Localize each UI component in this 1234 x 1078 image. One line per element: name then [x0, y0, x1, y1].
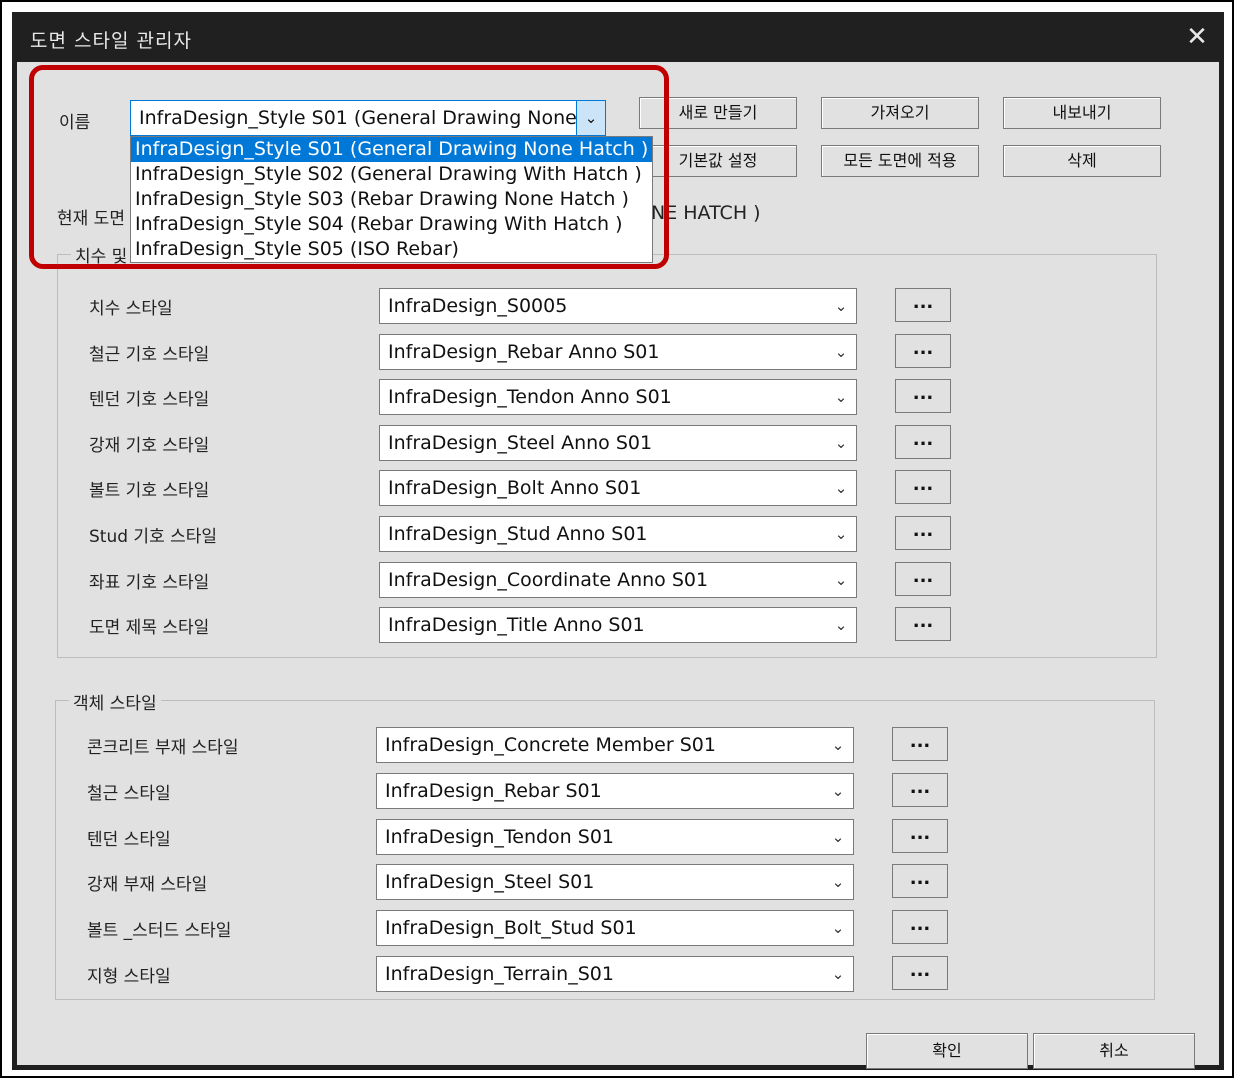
object-style-combo[interactable]: InfraDesign_Terrain_S01 ⌄ — [376, 956, 854, 992]
object-style-label: 볼트 _스터드 스타일 — [87, 921, 232, 942]
object-style-more-button[interactable]: ... — [892, 910, 948, 945]
annotation-style-more-button[interactable]: ... — [895, 470, 951, 505]
chevron-down-icon[interactable]: ⌄ — [823, 957, 853, 991]
object-style-combo[interactable]: InfraDesign_Bolt_Stud S01 ⌄ — [376, 910, 854, 947]
annotation-style-label: 텐던 기호 스타일 — [89, 390, 210, 411]
object-style-combo[interactable]: InfraDesign_Steel S01 ⌄ — [376, 864, 854, 901]
object-style-label: 철근 스타일 — [87, 783, 171, 804]
object-style-label: 지형 스타일 — [87, 967, 171, 987]
object-group-title: 객체 스타일 — [69, 689, 161, 714]
object-style-label: 콘크리트 부재 스타일 — [87, 738, 239, 758]
chevron-down-icon[interactable]: ⌄ — [826, 289, 856, 323]
annotation-style-combo[interactable]: InfraDesign_Bolt Anno S01 ⌄ — [379, 470, 857, 507]
chevron-down-icon[interactable]: ⌄ — [823, 865, 853, 900]
annotation-style-combo[interactable]: InfraDesign_Stud Anno S01 ⌄ — [379, 516, 857, 552]
annotation-style-more-button[interactable]: ... — [895, 561, 951, 596]
chevron-down-icon[interactable]: ⌄ — [826, 425, 856, 460]
object-style-label: 강재 부재 스타일 — [87, 875, 208, 896]
annotation-style-value: InfraDesign_Title Anno S01 — [388, 614, 645, 637]
title-bar: 도면 스타일 관리자 ✕ — [12, 12, 1224, 62]
object-style-more-button[interactable]: ... — [892, 772, 948, 807]
annotation-style-more-button[interactable]: ... — [895, 516, 951, 550]
annotation-style-combo[interactable]: InfraDesign_Steel Anno S01 ⌄ — [379, 424, 857, 461]
annotation-style-value: InfraDesign_Coordinate Anno S01 — [388, 568, 709, 591]
object-style-label: 텐던 스타일 — [87, 829, 171, 850]
annotation-style-value: InfraDesign_Bolt Anno S01 — [388, 477, 642, 500]
annotation-style-label: 치수 스타일 — [89, 299, 173, 319]
chevron-down-icon[interactable]: ⌄ — [823, 911, 853, 946]
chevron-down-icon[interactable]: ⌄ — [826, 471, 856, 506]
chevron-down-icon[interactable]: ⌄ — [826, 334, 856, 369]
annotation-style-label: 도면 제목 스타일 — [89, 618, 210, 639]
chevron-down-icon[interactable]: ⌄ — [826, 608, 856, 643]
chevron-down-icon[interactable]: ⌄ — [823, 819, 853, 854]
annotation-style-label: 철근 기호 스타일 — [89, 344, 210, 365]
object-style-combo[interactable]: InfraDesign_Rebar S01 ⌄ — [376, 772, 854, 809]
annotation-style-combo[interactable]: InfraDesign_Title Anno S01 ⌄ — [379, 607, 857, 644]
chevron-down-icon[interactable]: ⌄ — [823, 728, 853, 762]
apply-all-button[interactable]: 모든 도면에 적용 — [821, 145, 979, 177]
object-style-value: InfraDesign_Rebar S01 — [385, 779, 602, 802]
object-style-more-button[interactable]: ... — [892, 818, 948, 853]
annotation-style-combo[interactable]: InfraDesign_Rebar Anno S01 ⌄ — [379, 333, 857, 370]
annotation-style-label: 강재 기호 스타일 — [89, 435, 210, 456]
object-style-value: InfraDesign_Concrete Member S01 — [385, 734, 716, 756]
object-style-combo[interactable]: InfraDesign_Concrete Member S01 ⌄ — [376, 727, 854, 763]
delete-button[interactable]: 삭제 — [1003, 145, 1161, 177]
object-style-more-button[interactable]: ... — [892, 727, 948, 761]
screenshot-frame: 도면 스타일 관리자 ✕ 이름 InfraDesign_Style S01 (G… — [0, 0, 1234, 1078]
annotation-style-more-button[interactable]: ... — [895, 333, 951, 368]
export-button[interactable]: 내보내기 — [1003, 97, 1161, 129]
annotation-style-label: Stud 기호 스타일 — [89, 527, 218, 547]
object-style-more-button[interactable]: ... — [892, 956, 948, 990]
annotation-style-value: InfraDesign_Tendon Anno S01 — [388, 386, 672, 409]
object-style-more-button[interactable]: ... — [892, 864, 948, 899]
annotation-style-more-button[interactable]: ... — [895, 288, 951, 322]
object-style-value: InfraDesign_Terrain_S01 — [385, 963, 614, 985]
ok-button[interactable]: 확인 — [866, 1033, 1028, 1069]
chevron-down-icon[interactable]: ⌄ — [826, 380, 856, 415]
object-style-value: InfraDesign_Steel S01 — [385, 871, 595, 894]
annotation-style-combo[interactable]: InfraDesign_Coordinate Anno S01 ⌄ — [379, 561, 857, 598]
chevron-down-icon[interactable]: ⌄ — [823, 773, 853, 808]
annotation-style-value: InfraDesign_S0005 — [388, 295, 568, 317]
annotation-style-value: InfraDesign_Steel Anno S01 — [388, 431, 653, 454]
annotation-style-value: InfraDesign_Stud Anno S01 — [388, 523, 648, 545]
window-title: 도면 스타일 관리자 — [30, 30, 192, 52]
annotation-style-more-button[interactable]: ... — [895, 607, 951, 642]
highlight-box — [29, 65, 669, 269]
chevron-down-icon[interactable]: ⌄ — [826, 517, 856, 551]
chevron-down-icon[interactable]: ⌄ — [826, 562, 856, 597]
object-style-value: InfraDesign_Tendon S01 — [385, 825, 615, 848]
annotation-style-more-button[interactable]: ... — [895, 379, 951, 414]
cancel-button[interactable]: 취소 — [1033, 1033, 1195, 1069]
annotation-style-label: 볼트 기호 스타일 — [89, 481, 210, 502]
annotation-style-combo[interactable]: InfraDesign_S0005 ⌄ — [379, 288, 857, 324]
object-style-combo[interactable]: InfraDesign_Tendon S01 ⌄ — [376, 818, 854, 855]
import-button[interactable]: 가져오기 — [821, 97, 979, 129]
annotation-style-label: 좌표 기호 스타일 — [89, 572, 210, 593]
object-style-value: InfraDesign_Bolt_Stud S01 — [385, 917, 637, 940]
annotation-style-value: InfraDesign_Rebar Anno S01 — [388, 340, 660, 363]
annotation-style-more-button[interactable]: ... — [895, 424, 951, 459]
close-icon[interactable]: ✕ — [1180, 20, 1214, 54]
annotation-style-combo[interactable]: InfraDesign_Tendon Anno S01 ⌄ — [379, 379, 857, 416]
